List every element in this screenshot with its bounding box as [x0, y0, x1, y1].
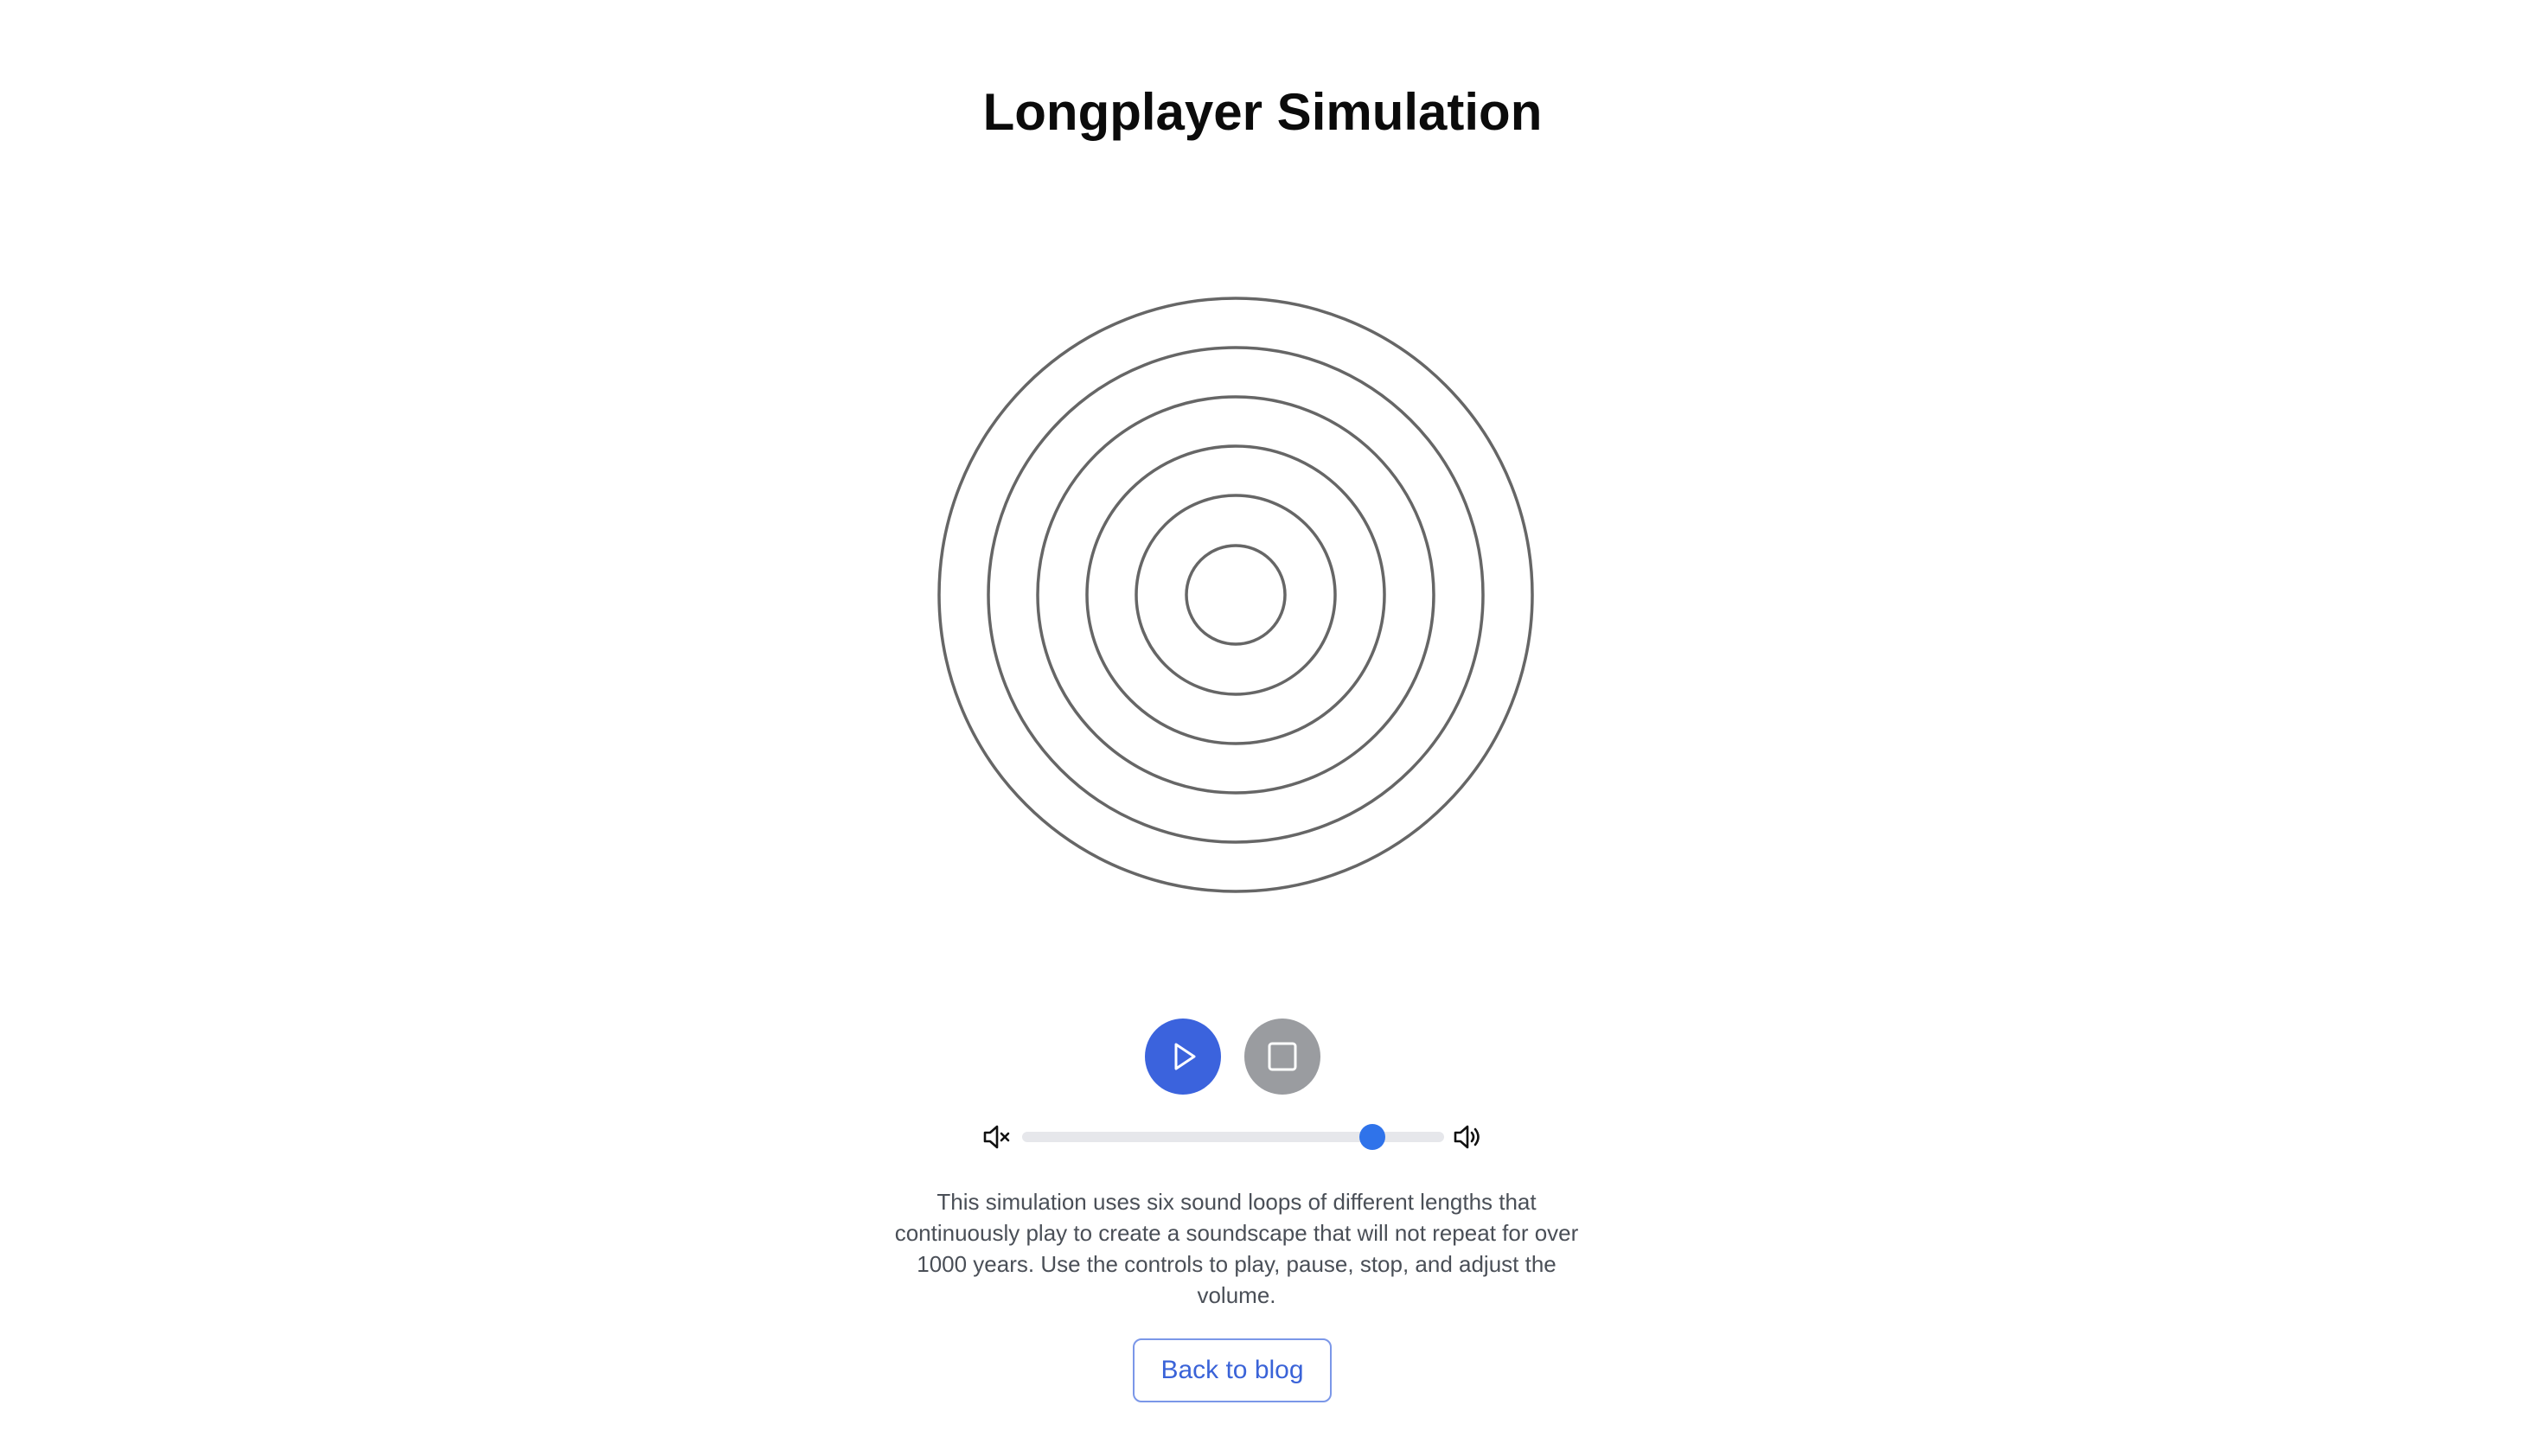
page: Longplayer Simulation This simulation us… [0, 0, 2525, 1456]
back-to-blog-button[interactable]: Back to blog [1133, 1338, 1332, 1402]
volume-mute-icon[interactable] [982, 1123, 1012, 1151]
volume-slider-thumb[interactable] [1359, 1124, 1386, 1150]
ring-5 [987, 346, 1485, 844]
ring-1 [1185, 544, 1287, 646]
concentric-rings-visual [937, 297, 1534, 893]
stop-icon [1268, 1042, 1297, 1071]
volume-slider[interactable] [1022, 1124, 1444, 1150]
play-icon [1174, 1043, 1196, 1070]
ring-2 [1135, 494, 1337, 696]
playback-controls [1141, 1019, 1339, 1096]
volume-high-icon[interactable] [1453, 1123, 1482, 1151]
play-button[interactable] [1145, 1019, 1221, 1095]
volume-control [979, 1120, 1498, 1154]
ring-6 [937, 297, 1534, 893]
stop-button[interactable] [1244, 1019, 1320, 1095]
page-title: Longplayer Simulation [982, 83, 1543, 141]
ring-3 [1085, 444, 1386, 745]
description-text: This simulation uses six sound loops of … [894, 1189, 1579, 1308]
ring-4 [1036, 395, 1435, 795]
